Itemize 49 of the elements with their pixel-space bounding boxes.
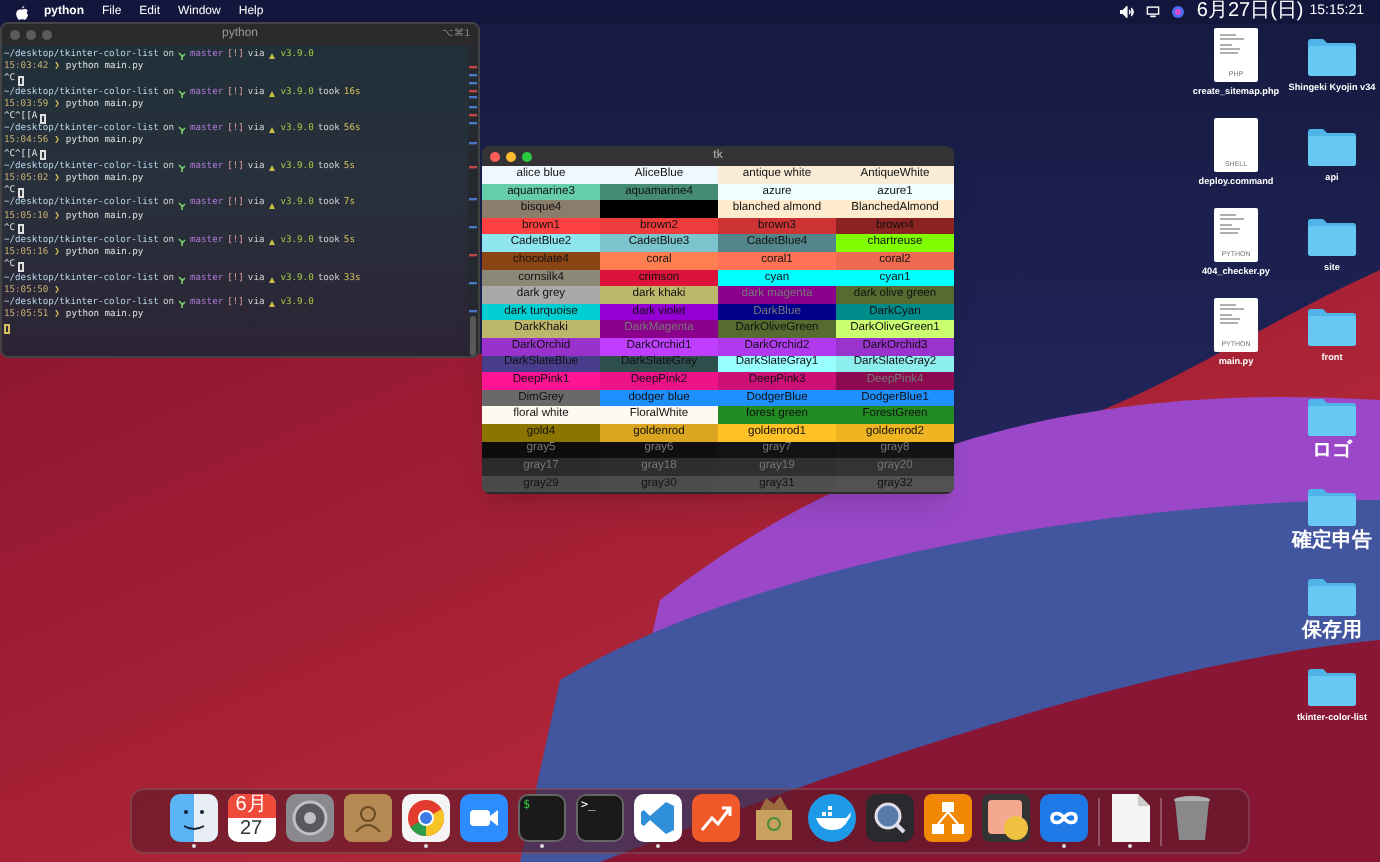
diagram-icon[interactable]	[923, 794, 971, 842]
text-cursor	[4, 324, 10, 335]
branch-icon	[178, 126, 186, 135]
folder-label[interactable]: 確定申告	[1284, 532, 1380, 552]
branch-icon	[178, 238, 186, 247]
siri-icon[interactable]	[1172, 6, 1185, 18]
code-editor-icon[interactable]	[633, 794, 681, 842]
calendar-day: 27	[239, 818, 263, 842]
video-camera-icon[interactable]	[459, 794, 507, 842]
branch-icon	[178, 52, 186, 61]
cursor-block-icon	[17, 187, 24, 198]
folder-icon[interactable]	[1308, 218, 1356, 256]
folder-icon[interactable]	[1308, 38, 1356, 76]
menu-date[interactable]: 6月27日(日)	[1196, 2, 1304, 22]
folder-label[interactable]: ロゴ	[1284, 442, 1380, 462]
document-icon[interactable]	[1109, 794, 1149, 842]
display-icon[interactable]	[1146, 6, 1161, 18]
calendar-app-icon[interactable]: 6月 27	[227, 794, 275, 842]
gear-icon[interactable]	[285, 794, 333, 842]
scrollbar-drawing[interactable]	[468, 46, 478, 356]
photo-stack-icon[interactable]	[981, 794, 1029, 842]
branch-icon	[178, 89, 186, 98]
folder-icon[interactable]	[1308, 308, 1356, 346]
cursor-block-icon	[17, 76, 24, 86]
cursor-block-icon	[39, 113, 46, 124]
folder-icon[interactable]	[1308, 128, 1356, 166]
apple-logo-icon[interactable]	[16, 5, 28, 19]
folder-icon[interactable]	[1308, 668, 1356, 706]
calendar-month: 6月	[227, 794, 275, 818]
cursor-block-icon	[17, 262, 24, 273]
cursor-block-icon	[39, 150, 46, 161]
volume-icon[interactable]	[1120, 6, 1135, 18]
branch-icon	[178, 275, 186, 284]
branch-icon	[178, 163, 186, 172]
magnifier-q-icon[interactable]	[865, 794, 913, 842]
close-button[interactable]	[490, 151, 500, 161]
whale-icon[interactable]	[807, 794, 855, 842]
zoom-button[interactable]	[522, 151, 532, 161]
address-book-icon[interactable]	[343, 794, 391, 842]
minimize-button[interactable]	[506, 151, 516, 161]
folder-label[interactable]: 保存用	[1284, 622, 1380, 642]
branch-icon	[178, 201, 186, 210]
infinity-icon[interactable]	[1039, 794, 1087, 842]
finder-icon[interactable]	[169, 794, 217, 842]
browser-icon[interactable]	[401, 794, 449, 842]
trash-icon[interactable]	[1171, 794, 1211, 842]
chart-app-icon[interactable]	[691, 794, 739, 842]
branch-icon	[178, 300, 186, 309]
cursor-block-icon	[17, 224, 24, 235]
